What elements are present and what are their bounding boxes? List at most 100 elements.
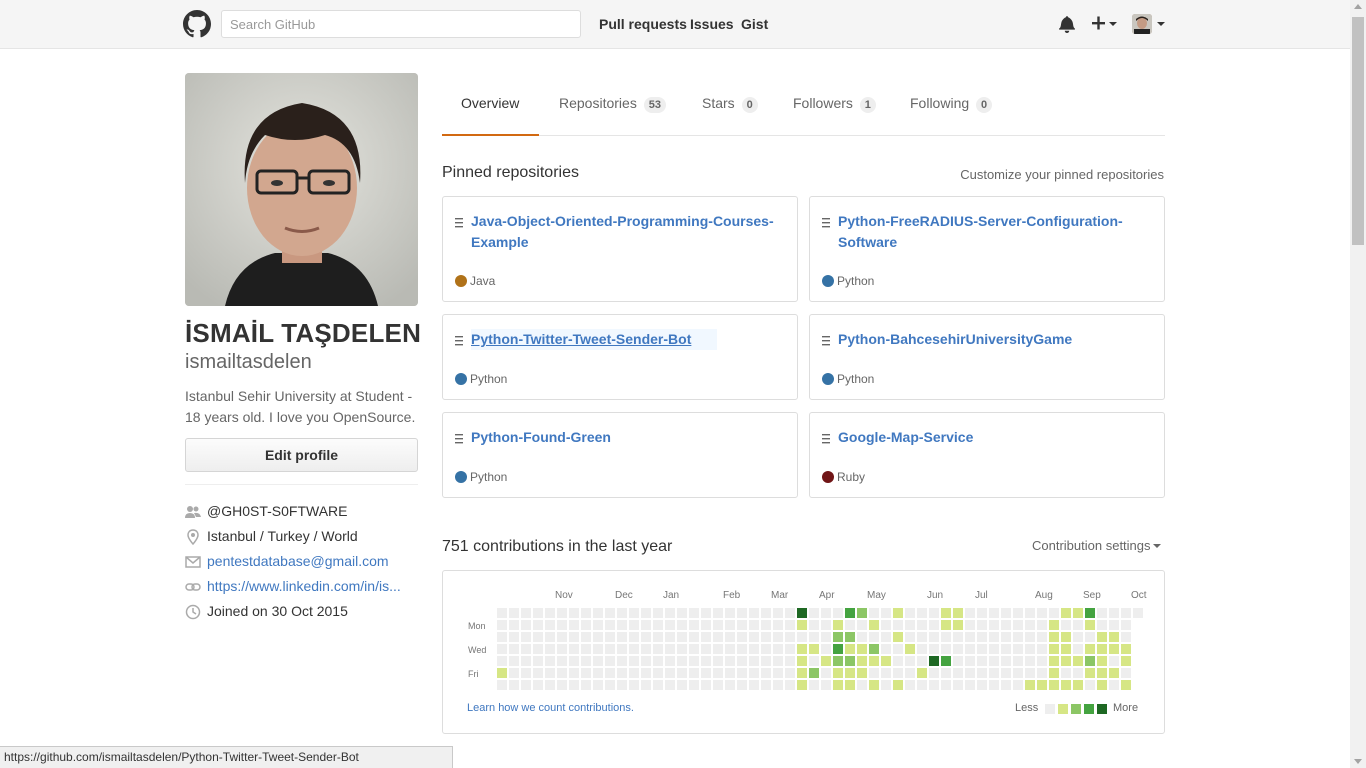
contribution-day[interactable]	[1061, 668, 1071, 678]
learn-contributions-link[interactable]: Learn how we count contributions.	[467, 702, 634, 714]
contribution-day[interactable]	[1049, 656, 1059, 666]
contribution-day[interactable]	[941, 620, 951, 630]
contribution-day[interactable]	[941, 680, 951, 690]
contribution-day[interactable]	[497, 668, 507, 678]
contribution-day[interactable]	[569, 632, 579, 642]
contribution-day[interactable]	[1061, 656, 1071, 666]
contribution-day[interactable]	[545, 632, 555, 642]
contribution-day[interactable]	[1001, 656, 1011, 666]
contribution-day[interactable]	[893, 608, 903, 618]
contribution-day[interactable]	[941, 668, 951, 678]
contribution-day[interactable]	[977, 656, 987, 666]
contribution-day[interactable]	[1001, 620, 1011, 630]
contribution-day[interactable]	[917, 656, 927, 666]
pinned-repo-link[interactable]: Python-BahcesehirUniversityGame	[838, 329, 1148, 350]
contribution-day[interactable]	[737, 668, 747, 678]
tab-stars[interactable]: Stars 0	[702, 73, 758, 135]
contribution-day[interactable]	[629, 620, 639, 630]
contribution-day[interactable]	[545, 656, 555, 666]
contribution-day[interactable]	[821, 608, 831, 618]
contribution-day[interactable]	[1073, 620, 1083, 630]
contribution-day[interactable]	[545, 608, 555, 618]
contribution-day[interactable]	[653, 644, 663, 654]
contribution-day[interactable]	[869, 620, 879, 630]
contribution-day[interactable]	[929, 644, 939, 654]
contribution-day[interactable]	[809, 644, 819, 654]
organization-text[interactable]: @GH0ST-S0FTWARE	[207, 503, 407, 519]
contribution-day[interactable]	[773, 680, 783, 690]
contribution-day[interactable]	[641, 608, 651, 618]
contribution-day[interactable]	[617, 608, 627, 618]
contribution-day[interactable]	[557, 680, 567, 690]
contribution-day[interactable]	[497, 680, 507, 690]
contribution-day[interactable]	[749, 608, 759, 618]
contribution-day[interactable]	[629, 632, 639, 642]
contribution-day[interactable]	[1013, 608, 1023, 618]
contribution-day[interactable]	[713, 620, 723, 630]
contribution-day[interactable]	[641, 680, 651, 690]
contribution-day[interactable]	[521, 620, 531, 630]
contribution-day[interactable]	[965, 668, 975, 678]
contribution-day[interactable]	[881, 668, 891, 678]
contribution-day[interactable]	[977, 668, 987, 678]
contribution-day[interactable]	[1001, 608, 1011, 618]
contribution-day[interactable]	[641, 644, 651, 654]
contribution-day[interactable]	[881, 608, 891, 618]
contribution-day[interactable]	[797, 620, 807, 630]
contribution-day[interactable]	[1109, 620, 1119, 630]
contribution-day[interactable]	[569, 656, 579, 666]
contribution-day[interactable]	[509, 608, 519, 618]
contribution-day[interactable]	[1085, 668, 1095, 678]
contribution-day[interactable]	[869, 644, 879, 654]
contribution-day[interactable]	[749, 680, 759, 690]
nav-pull-requests[interactable]: Pull requests	[599, 16, 687, 32]
contribution-day[interactable]	[593, 680, 603, 690]
contribution-day[interactable]	[509, 632, 519, 642]
contribution-day[interactable]	[533, 644, 543, 654]
contribution-day[interactable]	[713, 668, 723, 678]
contribution-day[interactable]	[521, 656, 531, 666]
contribution-day[interactable]	[857, 668, 867, 678]
contribution-day[interactable]	[701, 608, 711, 618]
contribution-day[interactable]	[1025, 620, 1035, 630]
contribution-day[interactable]	[965, 656, 975, 666]
contribution-day[interactable]	[629, 680, 639, 690]
contribution-day[interactable]	[881, 620, 891, 630]
contribution-day[interactable]	[1037, 620, 1047, 630]
contribution-day[interactable]	[941, 656, 951, 666]
contribution-day[interactable]	[1061, 620, 1071, 630]
contribution-day[interactable]	[737, 620, 747, 630]
contribution-day[interactable]	[893, 680, 903, 690]
contribution-day[interactable]	[785, 656, 795, 666]
contribution-day[interactable]	[845, 656, 855, 666]
contribution-day[interactable]	[833, 620, 843, 630]
contribution-day[interactable]	[653, 632, 663, 642]
contribution-day[interactable]	[869, 680, 879, 690]
contribution-day[interactable]	[785, 668, 795, 678]
contribution-day[interactable]	[1121, 632, 1131, 642]
contribution-day[interactable]	[833, 608, 843, 618]
contribution-day[interactable]	[905, 608, 915, 618]
contribution-day[interactable]	[749, 656, 759, 666]
contribution-day[interactable]	[725, 668, 735, 678]
contribution-day[interactable]	[977, 680, 987, 690]
contribution-day[interactable]	[749, 632, 759, 642]
contribution-day[interactable]	[1097, 656, 1107, 666]
contribution-day[interactable]	[881, 680, 891, 690]
contribution-day[interactable]	[965, 608, 975, 618]
contribution-day[interactable]	[641, 668, 651, 678]
plus-dropdown-icon[interactable]	[1092, 15, 1118, 33]
contribution-day[interactable]	[905, 632, 915, 642]
user-avatar-small[interactable]	[1132, 14, 1152, 34]
contribution-day[interactable]	[1037, 632, 1047, 642]
contribution-day[interactable]	[905, 644, 915, 654]
contribution-day[interactable]	[701, 620, 711, 630]
contribution-day[interactable]	[677, 668, 687, 678]
contribution-day[interactable]	[845, 668, 855, 678]
contribution-day[interactable]	[833, 632, 843, 642]
contribution-day[interactable]	[593, 668, 603, 678]
contribution-day[interactable]	[605, 680, 615, 690]
contribution-day[interactable]	[677, 608, 687, 618]
contribution-day[interactable]	[941, 632, 951, 642]
contribution-day[interactable]	[989, 608, 999, 618]
